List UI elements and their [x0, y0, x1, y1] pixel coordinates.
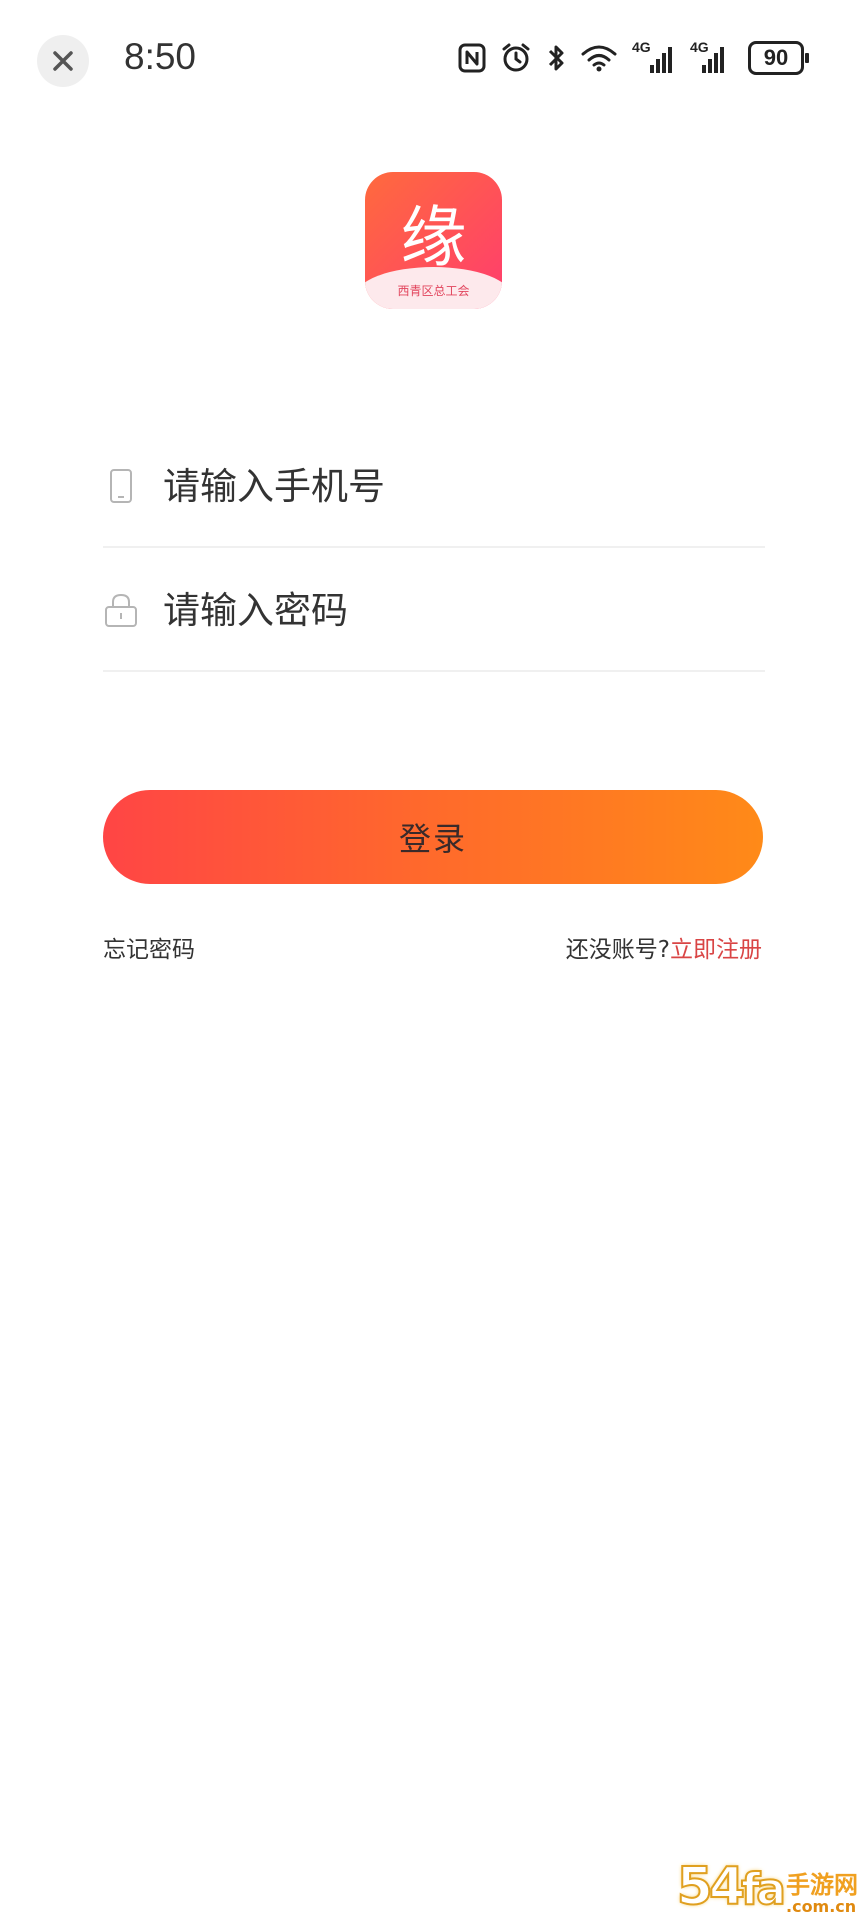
signal-icon — [702, 47, 724, 73]
login-button[interactable]: 登录 — [103, 790, 763, 884]
phone-input[interactable] — [161, 463, 725, 509]
signal-icon — [650, 47, 672, 73]
status-icons: 4G 4G 90 — [458, 38, 809, 78]
password-field — [103, 550, 765, 672]
forgot-password-link[interactable]: 忘记密码 — [103, 930, 195, 964]
watermark-chinese: 手游网 — [786, 1871, 858, 1899]
lock-icon — [103, 590, 139, 630]
status-time: 8:50 — [124, 36, 197, 77]
watermark-number: 54fa — [676, 1857, 787, 1917]
signal-1: 4G — [632, 39, 676, 75]
wifi-icon — [581, 45, 617, 72]
nfc-icon — [458, 43, 486, 73]
no-account-text: 还没账号? — [565, 937, 670, 963]
watermark-url: .com.cn — [786, 1897, 857, 1916]
password-input[interactable] — [161, 587, 725, 633]
close-button[interactable] — [37, 35, 89, 87]
logo-subtitle: 西青区总工会 — [397, 284, 470, 298]
phone-icon — [103, 466, 139, 506]
watermark-logo: 54fa 手游网 .com.cn — [676, 1857, 858, 1917]
signal-2: 4G — [690, 39, 734, 75]
logo-character: 缘 — [400, 199, 467, 276]
bluetooth-icon — [548, 45, 564, 71]
watermark-text: 手游网 .com.cn — [786, 1872, 858, 1916]
alarm-icon — [502, 43, 530, 72]
battery-indicator: 90 — [748, 41, 809, 75]
register-prompt: 还没账号?立即注册 — [566, 930, 762, 964]
close-icon — [53, 51, 73, 71]
app-logo: 缘 西青区总工会 — [365, 172, 502, 309]
phone-field — [103, 426, 765, 548]
register-link[interactable]: 立即注册 — [670, 937, 762, 963]
